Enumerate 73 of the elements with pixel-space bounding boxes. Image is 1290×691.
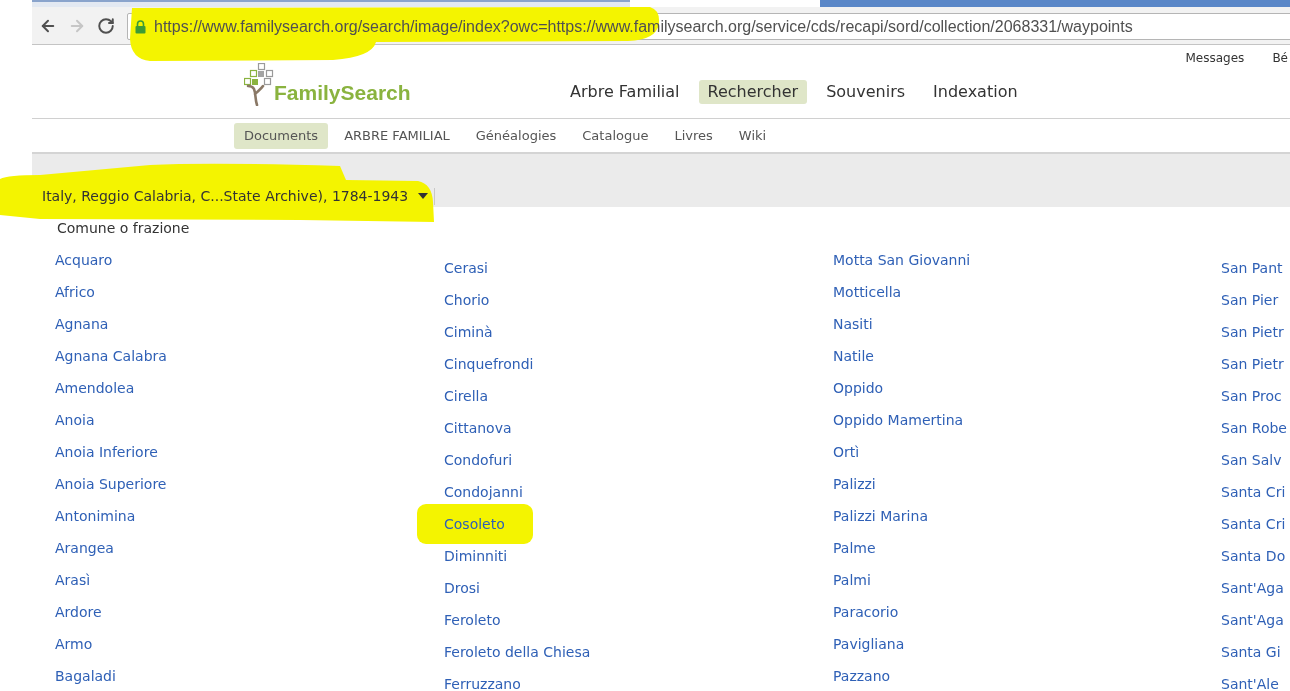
place-link[interactable]: San Pietr bbox=[1221, 356, 1284, 372]
place-link[interactable]: Oppido Mamertina bbox=[833, 412, 964, 428]
place-link[interactable]: San Proc bbox=[1221, 388, 1282, 404]
user-link[interactable]: Bé bbox=[1272, 51, 1288, 65]
arrow-right-icon bbox=[68, 17, 86, 35]
nav-link[interactable]: Arbre Familial bbox=[561, 80, 689, 104]
place-link[interactable]: Agnana bbox=[55, 316, 109, 332]
place-link[interactable]: Nasiti bbox=[833, 316, 873, 332]
place-link[interactable]: Palizzi Marina bbox=[833, 508, 928, 524]
place-link[interactable]: Drosi bbox=[444, 580, 480, 596]
place-link[interactable]: Paracorio bbox=[833, 604, 899, 620]
place-link[interactable]: Oppido bbox=[833, 380, 884, 396]
place-link[interactable]: San Robe bbox=[1221, 420, 1287, 436]
tree-logo-icon[interactable] bbox=[244, 63, 274, 106]
nav-link[interactable]: Souvenirs bbox=[817, 80, 915, 104]
place-link[interactable]: Acquaro bbox=[55, 252, 113, 268]
subnav-tab[interactable]: Livres bbox=[664, 123, 723, 149]
place-link[interactable]: Cosoleto bbox=[444, 516, 505, 532]
place-link[interactable]: Ortì bbox=[833, 444, 860, 460]
subnav-tab[interactable]: ARBRE FAMILIAL bbox=[334, 123, 460, 149]
subnav-tab[interactable]: Documents bbox=[234, 123, 329, 149]
place-link[interactable]: Palizzi bbox=[833, 476, 876, 492]
place-link[interactable]: Ciminà bbox=[444, 324, 493, 340]
place-link[interactable]: Natile bbox=[833, 348, 874, 364]
place-link[interactable]: Africo bbox=[55, 284, 95, 300]
place-link[interactable]: Arangea bbox=[55, 540, 114, 556]
place-link[interactable]: San Salv bbox=[1221, 452, 1282, 468]
place-link[interactable]: Sant'Aga bbox=[1221, 580, 1284, 596]
place-link[interactable]: Motta San Giovanni bbox=[833, 252, 971, 268]
place-link[interactable]: Santa Do bbox=[1221, 548, 1286, 564]
place-link[interactable]: Pavigliana bbox=[833, 636, 905, 652]
place-link[interactable]: Armo bbox=[55, 636, 93, 652]
place-link[interactable]: Cittanova bbox=[444, 420, 512, 436]
subnav-tab[interactable]: Généalogies bbox=[465, 123, 567, 149]
place-link[interactable]: Anoia bbox=[55, 412, 95, 428]
place-link[interactable]: Diminniti bbox=[444, 548, 508, 564]
place-link[interactable]: Feroleto bbox=[444, 612, 501, 628]
place-link[interactable]: San Pier bbox=[1221, 292, 1279, 308]
nav-link[interactable]: Indexation bbox=[924, 80, 1027, 104]
place-link[interactable]: Cirella bbox=[444, 388, 489, 404]
place-link[interactable]: Pazzano bbox=[833, 668, 891, 684]
place-link[interactable]: Feroleto della Chiesa bbox=[444, 644, 591, 660]
user-link[interactable]: Messages bbox=[1185, 51, 1245, 65]
place-link[interactable]: Arasì bbox=[55, 572, 91, 588]
place-link[interactable]: Motticella bbox=[833, 284, 902, 300]
subnav-tab[interactable]: Wiki bbox=[728, 123, 777, 149]
reload-icon bbox=[97, 17, 115, 35]
place-link[interactable]: Condojanni bbox=[444, 484, 523, 500]
place-link[interactable]: Anoia Superiore bbox=[55, 476, 167, 492]
place-link[interactable]: Sant'Aga bbox=[1221, 612, 1284, 628]
place-link[interactable]: Santa Gi bbox=[1221, 644, 1281, 660]
nav-link[interactable]: Rechercher bbox=[698, 80, 808, 104]
place-link[interactable]: Condofuri bbox=[444, 452, 513, 468]
place-link[interactable]: Palmi bbox=[833, 572, 871, 588]
place-link[interactable]: Cerasi bbox=[444, 260, 488, 276]
place-link[interactable]: Bagaladi bbox=[55, 668, 116, 684]
place-link[interactable]: San Pant bbox=[1221, 260, 1283, 276]
place-link[interactable]: Ferruzzano bbox=[444, 676, 521, 691]
place-link[interactable]: Agnana Calabra bbox=[55, 348, 167, 364]
place-link[interactable]: Santa Cri bbox=[1221, 484, 1286, 500]
place-link[interactable]: San Pietr bbox=[1221, 324, 1284, 340]
subnav-tab[interactable]: Catalogue bbox=[572, 123, 659, 149]
place-link[interactable]: Anoia Inferiore bbox=[55, 444, 158, 460]
caret-down-icon bbox=[418, 193, 429, 199]
place-link[interactable]: Santa Cri bbox=[1221, 516, 1286, 532]
list-heading: Comune o frazione bbox=[57, 219, 190, 238]
place-link[interactable]: Sant'Ale bbox=[1221, 676, 1279, 691]
place-link[interactable]: Amendolea bbox=[55, 380, 135, 396]
place-link[interactable]: Ardore bbox=[55, 604, 102, 620]
place-link[interactable]: Chorio bbox=[444, 292, 490, 308]
place-link[interactable]: Antonimina bbox=[55, 508, 136, 524]
place-link[interactable]: Palme bbox=[833, 540, 876, 556]
place-link[interactable]: Cinquefrondi bbox=[444, 356, 534, 372]
